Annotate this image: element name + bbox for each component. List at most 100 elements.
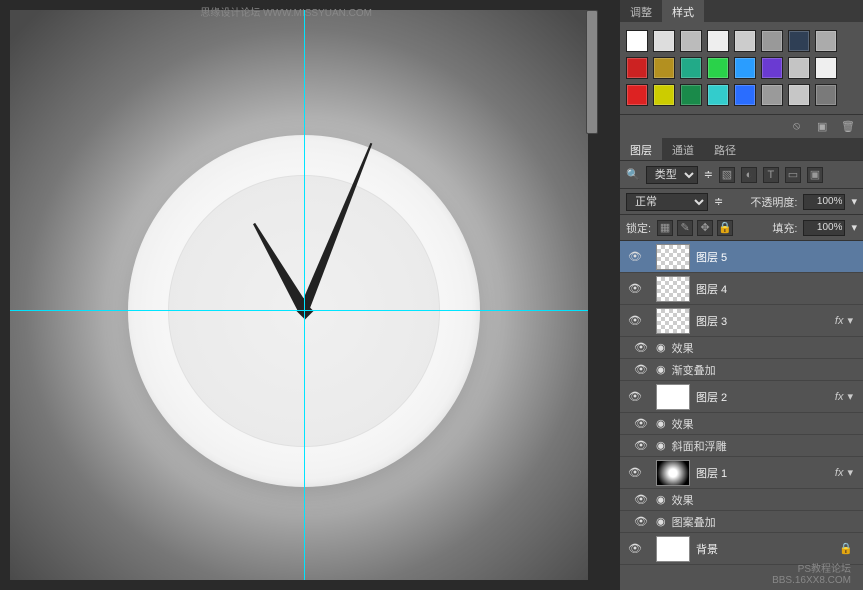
tab-adjustments[interactable]: 调整 <box>620 0 662 22</box>
visibility-toggle-icon[interactable]: 👁 <box>620 250 650 263</box>
style-swatch[interactable] <box>815 57 837 79</box>
lock-pixels-icon[interactable]: ✎ <box>677 220 693 236</box>
effects-header[interactable]: 👁◉效果 <box>620 337 863 359</box>
fill-field[interactable] <box>803 220 845 236</box>
opacity-field[interactable] <box>803 194 845 210</box>
blend-mode-row: 正常 ≑ 不透明度: ▾ <box>620 188 863 214</box>
canvas-area[interactable]: 思缘设计论坛 WWW.MISSYUAN.COM <box>0 0 620 590</box>
style-swatch[interactable] <box>815 30 837 52</box>
effects-header[interactable]: 👁◉效果 <box>620 489 863 511</box>
style-swatch[interactable] <box>815 84 837 106</box>
dropdown-icon[interactable]: ≑ <box>714 195 723 208</box>
style-swatch[interactable] <box>653 57 675 79</box>
blend-mode-select[interactable]: 正常 <box>626 193 708 211</box>
new-style-icon[interactable]: ▣ <box>817 120 831 134</box>
lock-all-icon[interactable]: 🔒 <box>717 220 733 236</box>
lock-transparency-icon[interactable]: ▦ <box>657 220 673 236</box>
style-swatch[interactable] <box>626 30 648 52</box>
style-swatch[interactable] <box>707 84 729 106</box>
guide-vertical[interactable] <box>304 10 305 580</box>
layer-thumbnail[interactable] <box>656 308 690 334</box>
style-swatch[interactable] <box>626 84 648 106</box>
dropdown-icon[interactable]: ▾ <box>851 195 857 208</box>
layer-thumbnail[interactable] <box>656 244 690 270</box>
clear-style-icon[interactable]: ⦸ <box>793 120 807 134</box>
tab-paths[interactable]: 路径 <box>704 138 746 160</box>
dropdown-icon[interactable]: ≑ <box>704 168 713 181</box>
style-swatch[interactable] <box>761 30 783 52</box>
chevron-down-icon[interactable]: ▾ <box>847 314 853 327</box>
fx-badge[interactable]: fx <box>835 467 844 479</box>
chevron-down-icon[interactable]: ▾ <box>847 390 853 403</box>
visibility-toggle-icon[interactable]: 👁 <box>620 466 650 479</box>
style-swatch[interactable] <box>788 57 810 79</box>
layer-name-label[interactable]: 图层 4 <box>696 281 853 297</box>
filter-kind-select[interactable]: 类型 <box>646 166 698 184</box>
visibility-toggle-icon[interactable]: 👁 <box>626 341 656 354</box>
style-swatch[interactable] <box>788 84 810 106</box>
canvas-scrollbar-vertical[interactable] <box>586 10 598 134</box>
style-swatch[interactable] <box>626 57 648 79</box>
layer-row[interactable]: 👁 图层 2fx▾ <box>620 381 863 413</box>
style-swatch[interactable] <box>680 84 702 106</box>
chevron-down-icon[interactable]: ▾ <box>847 466 853 479</box>
style-swatch[interactable] <box>788 30 810 52</box>
dropdown-icon[interactable]: ▾ <box>851 221 857 234</box>
style-swatch[interactable] <box>734 84 756 106</box>
layer-name-label[interactable]: 图层 5 <box>696 249 853 265</box>
layer-row[interactable]: 👁 图层 3fx▾ <box>620 305 863 337</box>
layer-thumbnail[interactable] <box>656 384 690 410</box>
effect-name: 渐变叠加 <box>672 362 716 378</box>
style-swatch[interactable] <box>707 30 729 52</box>
tab-channels[interactable]: 通道 <box>662 138 704 160</box>
tab-layers[interactable]: 图层 <box>620 138 662 160</box>
layers-panel-tabs: 图层 通道 路径 <box>620 138 863 160</box>
layer-row[interactable]: 👁 图层 4 <box>620 273 863 305</box>
effect-item[interactable]: 👁◉斜面和浮雕 <box>620 435 863 457</box>
search-icon[interactable]: 🔍 <box>626 168 640 181</box>
image-filter-icon[interactable]: ▧ <box>719 167 735 183</box>
fx-badge[interactable]: fx <box>835 315 844 327</box>
smart-filter-icon[interactable]: ▣ <box>807 167 823 183</box>
style-swatch[interactable] <box>653 84 675 106</box>
style-swatch[interactable] <box>734 30 756 52</box>
visibility-toggle-icon[interactable]: 👁 <box>626 439 656 452</box>
visibility-toggle-icon[interactable]: 👁 <box>626 515 656 528</box>
layer-name-label[interactable]: 背景 <box>696 541 839 557</box>
lock-position-icon[interactable]: ✥ <box>697 220 713 236</box>
style-swatch[interactable] <box>761 57 783 79</box>
style-swatch[interactable] <box>707 57 729 79</box>
style-swatch[interactable] <box>761 84 783 106</box>
layer-name-label[interactable]: 图层 3 <box>696 313 835 329</box>
visibility-toggle-icon[interactable]: 👁 <box>626 493 656 506</box>
style-swatch[interactable] <box>653 30 675 52</box>
visibility-toggle-icon[interactable]: 👁 <box>620 314 650 327</box>
style-swatch[interactable] <box>680 57 702 79</box>
effect-item[interactable]: 👁◉图案叠加 <box>620 511 863 533</box>
layer-name-label[interactable]: 图层 1 <box>696 465 835 481</box>
layer-name-label[interactable]: 图层 2 <box>696 389 835 405</box>
shape-filter-icon[interactable]: ▭ <box>785 167 801 183</box>
tab-styles[interactable]: 样式 <box>662 0 704 22</box>
visibility-toggle-icon[interactable]: 👁 <box>626 363 656 376</box>
style-swatch[interactable] <box>680 30 702 52</box>
layer-thumbnail[interactable] <box>656 460 690 486</box>
effects-label: 效果 <box>672 416 694 432</box>
layer-thumbnail[interactable] <box>656 276 690 302</box>
visibility-toggle-icon[interactable]: 👁 <box>620 282 650 295</box>
layer-thumbnail[interactable] <box>656 536 690 562</box>
fx-badge[interactable]: fx <box>835 391 844 403</box>
layer-row[interactable]: 👁 图层 1fx▾ <box>620 457 863 489</box>
style-swatch[interactable] <box>734 57 756 79</box>
document-canvas[interactable] <box>10 10 588 580</box>
visibility-toggle-icon[interactable]: 👁 <box>626 417 656 430</box>
type-filter-icon[interactable]: T <box>763 167 779 183</box>
adjust-filter-icon[interactable]: ◐ <box>741 167 757 183</box>
visibility-toggle-icon[interactable]: 👁 <box>620 390 650 403</box>
delete-icon[interactable]: 🗑 <box>841 120 855 134</box>
layer-row[interactable]: 👁 图层 5 <box>620 241 863 273</box>
effect-item[interactable]: 👁◉渐变叠加 <box>620 359 863 381</box>
effects-header[interactable]: 👁◉效果 <box>620 413 863 435</box>
visibility-toggle-icon[interactable]: 👁 <box>620 542 650 555</box>
guide-horizontal[interactable] <box>10 310 588 311</box>
